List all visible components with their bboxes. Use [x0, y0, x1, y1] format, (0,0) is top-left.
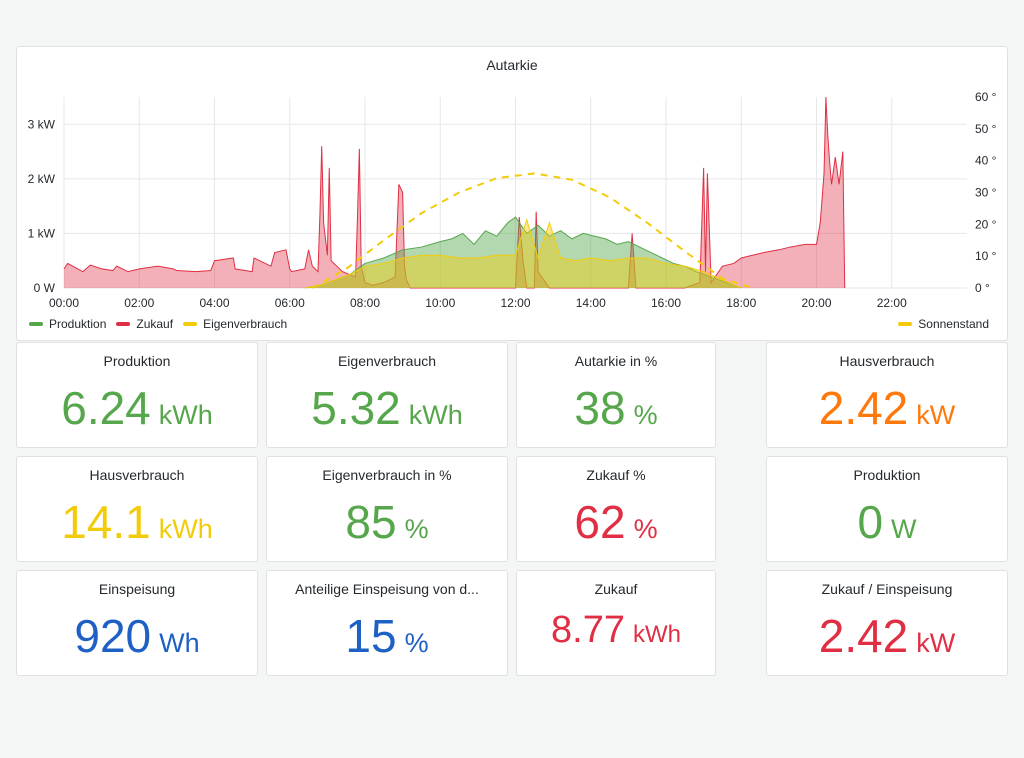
stat-panel-produktion-power[interactable]: Produktion 0W — [766, 456, 1008, 562]
stat-panel-zukauf-pct[interactable]: Zukauf % 62% — [516, 456, 716, 562]
stat-unit: kW — [916, 400, 956, 430]
x-tick-label: 10:00 — [425, 296, 455, 310]
x-tick-label: 18:00 — [726, 296, 756, 310]
autarkie-chart[interactable]: 00:00 02:00 04:00 06:00 08:00 10:00 12:00 14:00… — [17, 47, 1007, 340]
y-right-tick-label: 20 ° — [975, 217, 997, 231]
x-tick-label: 00:00 — [49, 296, 79, 310]
stat-unit: kW — [916, 628, 956, 658]
stat-title: Zukauf — [594, 581, 638, 597]
y-left-tick-label: 3 kW — [28, 117, 56, 131]
stat-panel-hausverbrauch-power[interactable]: Hausverbrauch 2.42 kW — [766, 342, 1008, 448]
legend-label-eigenverbrauch: Eigenverbrauch — [203, 317, 288, 331]
x-tick-label: 08:00 — [350, 296, 380, 310]
legend-swatch-zukauf — [116, 322, 131, 326]
y-right-tick-label: 0 ° — [975, 281, 990, 295]
stat-panel-hausverbrauch-energy[interactable]: Hausverbrauch 14.1 kWh — [16, 456, 258, 562]
stat-number: 14.1 — [61, 496, 151, 548]
legend-label-zukauf: Zukauf — [136, 317, 174, 331]
stat-panel-eigenverbrauch-pct[interactable]: Eigenverbrauch in % 85% — [266, 456, 508, 562]
stat-unit: kWh — [632, 621, 681, 648]
stat-value: 2.42 kW — [767, 381, 1007, 435]
stat-unit: kWh — [158, 400, 213, 430]
stat-title: Hausverbrauch — [839, 353, 935, 369]
legend-swatch-sonnenstand — [898, 322, 913, 326]
y-left-tick-label: 0 W — [34, 281, 56, 295]
autarkie-chart-panel[interactable]: Autarkie 00:00 02:00 04:00 06:00 08:00 10:00 1… — [16, 46, 1008, 341]
stat-unit: % — [633, 400, 658, 430]
stat-number: 2.42 — [818, 382, 909, 434]
stat-unit: % — [404, 514, 429, 544]
stat-title: Produktion — [103, 353, 171, 369]
stat-value: 14.1 kWh — [17, 495, 257, 549]
legend-item-produktion[interactable]: Produktion — [29, 317, 106, 331]
stat-value: 5.32 kWh — [267, 381, 507, 435]
stat-value: 38% — [517, 381, 715, 435]
stat-value: 15% — [267, 609, 507, 663]
stat-unit: Wh — [159, 628, 200, 658]
stat-value: 6.24 kWh — [17, 381, 257, 435]
stat-number: 6.24 — [61, 382, 151, 434]
stat-title: Autarkie in % — [574, 353, 658, 369]
y-left-tick-label: 1 kW — [28, 226, 56, 240]
y-right-tick-label: 30 ° — [975, 186, 997, 200]
x-tick-label: 14:00 — [576, 296, 606, 310]
x-tick-label: 12:00 — [500, 296, 530, 310]
stat-title: Produktion — [853, 467, 921, 483]
stat-title: Einspeisung — [98, 581, 176, 597]
stat-number: 2.42 — [818, 610, 909, 662]
stat-number: 8.77 — [551, 609, 625, 651]
stat-value: 8.77 kWh — [517, 609, 715, 652]
legend-label-produktion: Produktion — [49, 317, 107, 331]
y-right-tick-label: 40 ° — [975, 154, 997, 168]
legend-item-zukauf[interactable]: Zukauf — [116, 317, 173, 331]
legend-swatch-eigenverbrauch — [183, 322, 198, 326]
chart-legend-left: Produktion Zukauf Eigenverbrauch — [29, 317, 297, 331]
stat-number: 5.32 — [311, 382, 401, 434]
stat-panel-eigenverbrauch-energy[interactable]: Eigenverbrauch 5.32 kWh — [266, 342, 508, 448]
stat-title: Eigenverbrauch — [337, 353, 437, 369]
stat-unit: W — [891, 514, 917, 544]
stat-panel-autarkie-pct[interactable]: Autarkie in % 38% — [516, 342, 716, 448]
legend-item-sonnenstand[interactable]: Sonnenstand — [898, 317, 989, 331]
stat-value: 2.42 kW — [767, 609, 1007, 663]
stat-panel-zukauf-einspeisung-power[interactable]: Zukauf / Einspeisung 2.42 kW — [766, 570, 1008, 676]
y-right-tick-label: 60 ° — [975, 90, 997, 104]
stat-panel-anteilige-einspeisung-pct[interactable]: Anteilige Einspeisung von d... 15% — [266, 570, 508, 676]
stat-value: 85% — [267, 495, 507, 549]
stat-number: 920 — [74, 610, 152, 662]
stat-title: Zukauf / Einspeisung — [821, 581, 953, 597]
stat-number: 38 — [574, 382, 626, 434]
x-tick-label: 02:00 — [124, 296, 154, 310]
legend-swatch-produktion — [29, 322, 43, 326]
stat-unit: kWh — [158, 514, 213, 544]
stat-unit: % — [633, 514, 658, 544]
x-tick-label: 04:00 — [199, 296, 229, 310]
stat-value: 0W — [767, 495, 1007, 549]
stat-number: 85 — [345, 496, 397, 548]
stat-unit: % — [404, 628, 429, 658]
x-tick-label: 06:00 — [275, 296, 305, 310]
chart-legend-right: Sonnenstand — [898, 317, 989, 331]
stat-panel-produktion-energy[interactable]: Produktion 6.24 kWh — [16, 342, 258, 448]
legend-label-sonnenstand: Sonnenstand — [918, 317, 989, 331]
y-right-tick-label: 10 ° — [975, 249, 997, 263]
stat-title: Eigenverbrauch in % — [322, 467, 452, 483]
stat-value: 920 Wh — [17, 609, 257, 663]
y-right-tick-label: 50 ° — [975, 122, 997, 136]
stat-title: Anteilige Einspeisung von d... — [295, 581, 479, 597]
stat-title: Zukauf % — [586, 467, 646, 483]
stat-unit: kWh — [408, 400, 463, 430]
stat-panel-einspeisung-energy[interactable]: Einspeisung 920 Wh — [16, 570, 258, 676]
x-tick-label: 22:00 — [877, 296, 907, 310]
stat-title: Hausverbrauch — [89, 467, 185, 483]
legend-item-eigenverbrauch[interactable]: Eigenverbrauch — [183, 317, 287, 331]
x-tick-label: 20:00 — [801, 296, 831, 310]
stat-panel-zukauf-energy[interactable]: Zukauf 8.77 kWh — [516, 570, 716, 676]
stat-value: 62% — [517, 495, 715, 549]
y-left-tick-label: 2 kW — [28, 172, 56, 186]
x-tick-label: 16:00 — [651, 296, 681, 310]
stat-number: 62 — [574, 496, 626, 548]
stat-number: 0 — [857, 496, 884, 548]
stat-number: 15 — [345, 610, 397, 662]
